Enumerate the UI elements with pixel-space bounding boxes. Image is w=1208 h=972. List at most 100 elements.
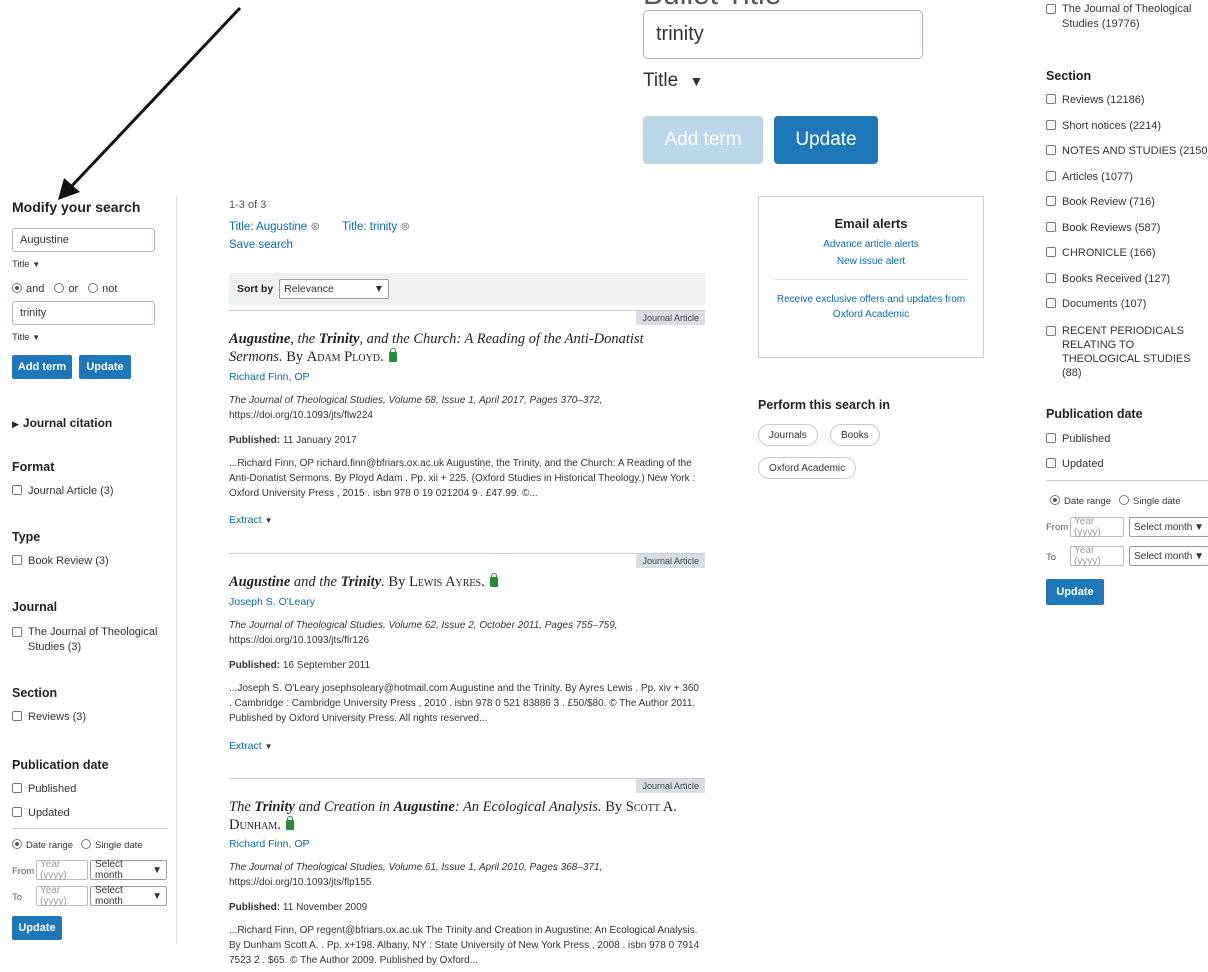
sort-select[interactable]: Relevance ▼ (279, 279, 390, 299)
result-published: Published: 16 September 2011 (229, 660, 371, 671)
update-button[interactable]: Update (79, 355, 131, 379)
right-date-range-radio[interactable]: Date range (1050, 495, 1111, 507)
op-and[interactable]: and (12, 283, 44, 295)
right-to-month-select[interactable]: Select month ▼ (1129, 546, 1208, 566)
right-pubdate-heading: Publication date (1046, 407, 1143, 421)
caret-down-icon: ▼ (152, 890, 162, 902)
results: 1-3 of 3 Title: Augustine ⊗ Title: trini… (229, 196, 705, 972)
date-update-button[interactable]: Update (12, 916, 62, 940)
format-item[interactable]: Journal Article (3) (12, 485, 114, 497)
caret-down-icon: ▼ (373, 283, 385, 295)
chevron-down-icon: ▼ (264, 742, 273, 751)
right-section-item[interactable]: Reviews (12186) (1046, 94, 1208, 120)
right-pubdate-published[interactable]: Published (1046, 433, 1110, 445)
date-range-radio[interactable]: Date range (12, 839, 73, 851)
chevron-down-icon: ▼ (32, 333, 41, 342)
result-author[interactable]: Richard Finn, OP (229, 838, 310, 850)
right-to-year-input[interactable]: Year (yyyy) (1070, 545, 1124, 567)
result-doi[interactable]: https://doi.org/10.1093/jts/flr126 (229, 633, 369, 648)
result-doi[interactable]: https://doi.org/10.1093/jts/flw224 (229, 408, 373, 423)
email-alerts-title: Email alerts (834, 216, 908, 231)
perform-journals-pill[interactable]: Journals (758, 424, 818, 446)
term2-input[interactable]: trinity (12, 301, 155, 325)
right-journal-item[interactable]: The Journal of Theological Studies (1977… (1046, 2, 1208, 32)
term1-input[interactable]: Augustine (12, 228, 155, 252)
result-title-link[interactable]: The Trinity and Creation in Augustine: A… (229, 798, 699, 834)
add-term-button[interactable]: Add term (12, 355, 72, 379)
section-item[interactable]: Reviews (3) (12, 711, 86, 723)
result-doi[interactable]: https://doi.org/10.1093/jts/flp155 (229, 875, 371, 890)
right-from-year-input[interactable]: Year (yyyy) (1070, 516, 1124, 538)
perform-oxford-pill[interactable]: Oxford Academic (758, 457, 857, 479)
checkbox-icon (1046, 119, 1056, 130)
checkbox-icon (12, 485, 22, 495)
to-month-select[interactable]: Select month ▼ (90, 885, 167, 907)
filter-chip[interactable]: Title: Augustine ⊗ (229, 219, 320, 233)
perform-books-pill[interactable]: Books (830, 424, 880, 446)
result-title-link[interactable]: Augustine, the Trinity, and the Church: … (229, 330, 697, 366)
single-date-radio[interactable]: Single date (81, 839, 143, 851)
filter-chip[interactable]: Title: trinity ⊗ (342, 219, 410, 233)
extract-toggle[interactable]: Extract ▼ (229, 740, 273, 752)
right-section-item[interactable]: NOTES AND STUDIES (2150) (1046, 145, 1208, 171)
chevron-down-icon: ▼ (32, 260, 41, 269)
field2-select[interactable]: Title ▼ (12, 332, 40, 343)
caret-down-icon: ▼ (152, 864, 162, 876)
op-or[interactable]: or (54, 283, 78, 295)
right-section-item[interactable]: Documents (107) (1046, 298, 1208, 324)
right-date-divider (1046, 480, 1208, 481)
right-from-month-select[interactable]: Select month ▼ (1129, 517, 1208, 537)
top-add-term-button[interactable]: Add term (643, 116, 763, 164)
save-search-link[interactable]: Save search (229, 239, 293, 251)
right-single-date-radio[interactable]: Single date (1119, 495, 1181, 507)
right-section-heading: Section (1046, 69, 1092, 83)
active-filters: Title: Augustine ⊗ Title: trinity ⊗ (229, 219, 410, 233)
result-published: Published: 11 January 2017 (229, 435, 357, 446)
field2-label: Title (12, 332, 30, 343)
result-title-link[interactable]: Augustine and the Trinity. By Lewis Ayre… (229, 573, 697, 591)
right-section-item[interactable]: Book Review (716) (1046, 196, 1208, 222)
right-section-item[interactable]: Book Reviews (587) (1046, 221, 1208, 248)
caret-down-icon: ▼ (1194, 550, 1204, 562)
result-author[interactable]: Joseph S. O'Leary (229, 596, 315, 608)
field1-select[interactable]: Title ▼ (12, 259, 40, 270)
right-date-mode-radios: Date range Single date (1050, 495, 1181, 507)
type-item[interactable]: Book Review (3) (12, 555, 109, 567)
result-citation: The Journal of Theological Studies, Volu… (229, 395, 603, 406)
top-field-select[interactable]: Title ▼ (643, 70, 703, 92)
from-month-select[interactable]: Select month ▼ (90, 859, 167, 881)
journal-citation-toggle[interactable]: ▶ Journal citation (12, 416, 112, 430)
to-year-input[interactable]: Year (yyyy) (36, 885, 88, 907)
top-term-input[interactable]: trinity (643, 10, 923, 59)
right-section-item[interactable]: Books Received (127) (1046, 272, 1208, 299)
right-section-item[interactable]: CHRONICLE (166) (1046, 247, 1208, 273)
right-section-item[interactable]: Articles (1077) (1046, 170, 1208, 197)
right-update-button[interactable]: Update (1046, 579, 1104, 605)
op-not[interactable]: not (88, 283, 117, 295)
pubdate-updated[interactable]: Updated (12, 807, 70, 819)
checkbox-icon (12, 711, 22, 721)
result-author[interactable]: Richard Finn, OP (229, 371, 310, 383)
date-divider (12, 828, 167, 829)
remove-circle-icon: ⊗ (310, 221, 321, 233)
result-citation: The Journal of Theological Studies, Volu… (229, 862, 603, 873)
right-pubdate-updated[interactable]: Updated (1046, 458, 1104, 470)
date-mode-radios: Date range Single date (12, 839, 143, 851)
journal-item[interactable]: The Journal of Theological Studies (3) (12, 625, 162, 655)
pubdate-published[interactable]: Published (12, 783, 76, 795)
sidebar: Modify your search Augustine Title ▼ and… (0, 196, 177, 944)
top-update-button[interactable]: Update (774, 116, 878, 164)
right-section-item[interactable]: Short notices (2214) (1046, 119, 1208, 146)
right-section-list: Reviews (12186) Short notices (2214) NOT… (1046, 94, 1208, 380)
right-section-item[interactable]: RECENT PERIODICALS RELATING TO THEOLOGIC… (1046, 324, 1208, 380)
chevron-down-icon: ▼ (264, 516, 273, 525)
exclusive-offers-link[interactable]: Receive exclusive offers and updates fro… (773, 292, 969, 322)
from-year-input[interactable]: Year (yyyy) (36, 859, 88, 881)
advance-alerts-link[interactable]: Advance article alerts (759, 239, 983, 250)
new-issue-alert-link[interactable]: New issue alert (759, 256, 983, 267)
extract-toggle[interactable]: Extract ▼ (229, 514, 273, 526)
caret-down-icon: ▼ (1194, 521, 1204, 533)
result-snippet: ...Joseph S. O'Leary josephsoleary@hotma… (229, 683, 699, 724)
right-from-label: From (1046, 522, 1069, 533)
checkbox-icon (1046, 221, 1056, 232)
